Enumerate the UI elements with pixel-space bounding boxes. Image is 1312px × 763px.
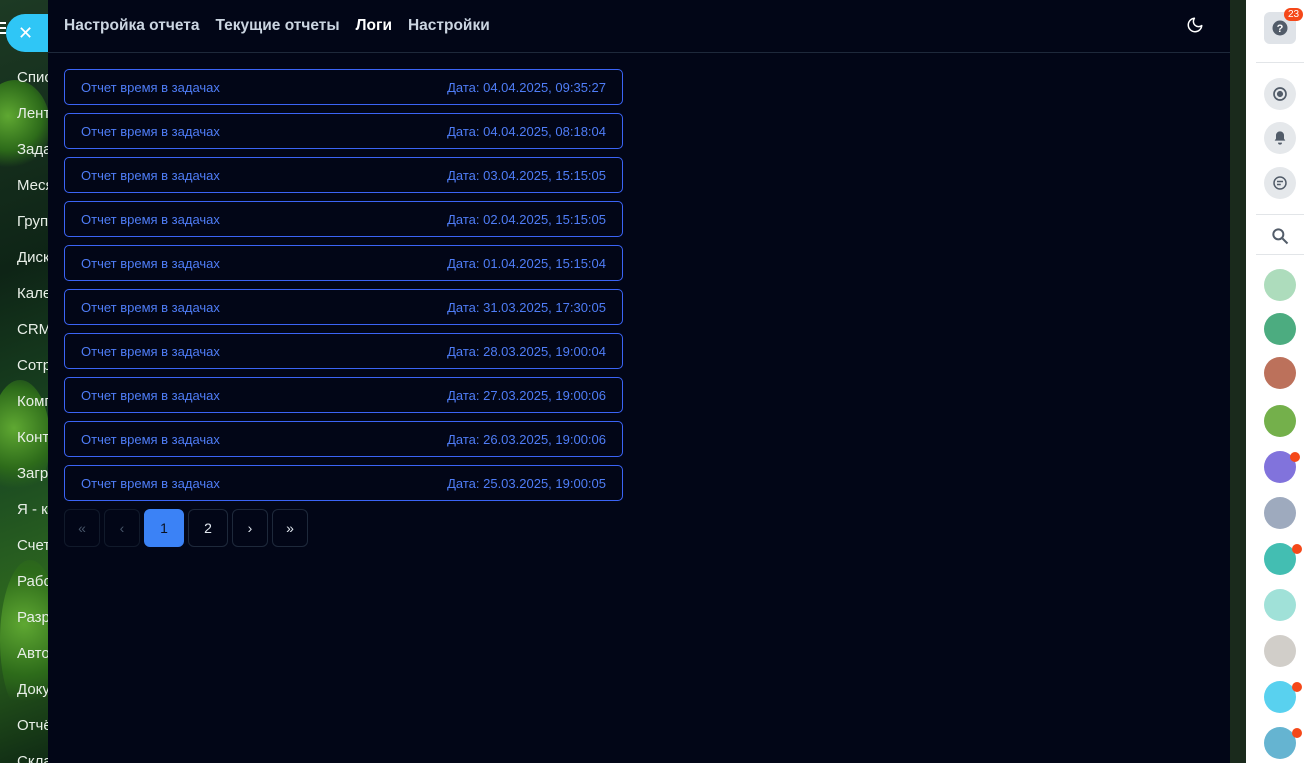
background-menu-item: Диск <box>17 249 48 266</box>
background-menu-item: Рабо <box>17 573 48 590</box>
right-gap <box>1230 0 1246 763</box>
background-menu-item: Зада <box>17 141 48 158</box>
log-title: Отчет время в задачах <box>81 299 220 315</box>
background-sidebar: Спис Лент Зада Меся Груп Диск Кале CRM Сотр Комп К… <box>0 0 48 763</box>
svg-text:?: ? <box>1277 23 1284 35</box>
page-1-button[interactable]: 1 <box>144 509 184 547</box>
background-menu-item: Счет <box>17 537 48 554</box>
bell-icon[interactable] <box>1264 122 1296 154</box>
background-menu-item: Скла <box>17 753 48 763</box>
unread-badge <box>1290 452 1300 462</box>
tab-current-reports[interactable]: Текущие отчеты <box>215 17 339 35</box>
log-title: Отчет время в задачах <box>81 343 220 359</box>
avatar[interactable] <box>1264 269 1296 301</box>
avatar[interactable] <box>1264 497 1296 529</box>
log-row[interactable]: Отчет время в задачах Дата: 04.04.2025, 0… <box>64 69 623 105</box>
prev-page-button[interactable]: ‹ <box>104 509 140 547</box>
avatar[interactable] <box>1264 313 1296 345</box>
background-menu-item: Груп <box>17 213 48 230</box>
page-2-button[interactable]: 2 <box>188 509 228 547</box>
log-date: Дата: 28.03.2025, 19:00:04 <box>447 343 606 359</box>
avatar[interactable] <box>1264 635 1296 667</box>
top-navigation: Настройка отчета Текущие отчеты Логи Нас… <box>48 0 1230 53</box>
log-row[interactable]: Отчет время в задачах Дата: 26.03.2025, 1… <box>64 421 623 457</box>
log-date: Дата: 26.03.2025, 19:00:06 <box>447 431 606 447</box>
log-row[interactable]: Отчет время в задачах Дата: 27.03.2025, 1… <box>64 377 623 413</box>
log-row[interactable]: Отчет время в задачах Дата: 02.04.2025, 1… <box>64 201 623 237</box>
unread-badge <box>1292 728 1302 738</box>
avatar[interactable] <box>1264 405 1296 437</box>
background-menu: Спис Лент Зада Меся Груп Диск Кале CRM Сотр Комп К… <box>17 60 48 763</box>
log-title: Отчет время в задачах <box>81 167 220 183</box>
divider <box>1256 214 1304 215</box>
close-icon: ✕ <box>18 22 34 43</box>
log-row[interactable]: Отчет время в задачах Дата: 28.03.2025, 1… <box>64 333 623 369</box>
next-page-button[interactable]: › <box>232 509 268 547</box>
log-title: Отчет время в задачах <box>81 255 220 271</box>
app-panel: Настройка отчета Текущие отчеты Логи Нас… <box>48 0 1230 763</box>
search-icon[interactable] <box>1270 226 1290 251</box>
tab-report-setup[interactable]: Настройка отчета <box>64 17 199 35</box>
divider <box>1256 254 1304 255</box>
log-row[interactable]: Отчет время в задачах Дата: 03.04.2025, 1… <box>64 157 623 193</box>
log-date: Дата: 04.04.2025, 08:18:04 <box>447 123 606 139</box>
log-title: Отчет время в задачах <box>81 431 220 447</box>
background-menu-item: Сотр <box>17 357 48 374</box>
question-icon: ? <box>1272 20 1288 36</box>
log-date: Дата: 31.03.2025, 17:30:05 <box>447 299 606 315</box>
background-menu-item: Отчё <box>17 717 48 734</box>
log-date: Дата: 04.04.2025, 09:35:27 <box>447 79 606 95</box>
background-menu-item: Комп <box>17 393 48 410</box>
pagination: « ‹ 1 2 › » <box>48 509 1230 547</box>
tab-settings[interactable]: Настройки <box>408 17 490 35</box>
log-row[interactable]: Отчет время в задачах Дата: 31.03.2025, 1… <box>64 289 623 325</box>
background-menu-item: Меся <box>17 177 48 194</box>
background-menu-item: Доку <box>17 681 48 698</box>
close-panel-button[interactable]: ✕ <box>6 14 48 52</box>
log-row[interactable]: Отчет время в задачах Дата: 01.04.2025, 1… <box>64 245 623 281</box>
background-menu-item: CRM <box>17 321 48 338</box>
log-date: Дата: 03.04.2025, 15:15:05 <box>447 167 606 183</box>
log-list: Отчет время в задачах Дата: 04.04.2025, 0… <box>48 53 1230 501</box>
last-page-button[interactable]: » <box>272 509 308 547</box>
tab-logs[interactable]: Логи <box>356 17 392 35</box>
background-menu-item: Загр <box>17 465 48 482</box>
sync-icon[interactable] <box>1264 78 1296 110</box>
log-title: Отчет время в задачах <box>81 123 220 139</box>
first-page-button[interactable]: « <box>64 509 100 547</box>
divider <box>1256 62 1304 63</box>
log-date: Дата: 02.04.2025, 15:15:05 <box>447 211 606 227</box>
log-row[interactable]: Отчет время в задачах Дата: 25.03.2025, 1… <box>64 465 623 501</box>
help-badge: 23 <box>1284 8 1304 21</box>
log-title: Отчет время в задачах <box>81 475 220 491</box>
log-title: Отчет время в задачах <box>81 387 220 403</box>
log-date: Дата: 27.03.2025, 19:00:06 <box>447 387 606 403</box>
unread-badge <box>1292 682 1302 692</box>
background-menu-item: Разр <box>17 609 48 626</box>
background-menu-item: Я - к <box>17 501 48 518</box>
unread-badge <box>1292 544 1302 554</box>
background-menu-item: Авто <box>17 645 48 662</box>
right-sidebar: ? 23 <box>1246 0 1312 763</box>
moon-icon[interactable] <box>1186 16 1204 34</box>
background-menu-item: Спис <box>17 69 48 86</box>
background-menu-item: Конт <box>17 429 48 446</box>
log-row[interactable]: Отчет время в задачах Дата: 04.04.2025, 0… <box>64 113 623 149</box>
log-date: Дата: 01.04.2025, 15:15:04 <box>447 255 606 271</box>
log-title: Отчет время в задачах <box>81 79 220 95</box>
avatar[interactable] <box>1264 589 1296 621</box>
log-title: Отчет время в задачах <box>81 211 220 227</box>
log-date: Дата: 25.03.2025, 19:00:05 <box>447 475 606 491</box>
background-menu-item: Лент <box>17 105 48 122</box>
chat-search-icon[interactable] <box>1264 167 1296 199</box>
background-menu-item: Кале <box>17 285 48 302</box>
avatar[interactable] <box>1264 357 1296 389</box>
